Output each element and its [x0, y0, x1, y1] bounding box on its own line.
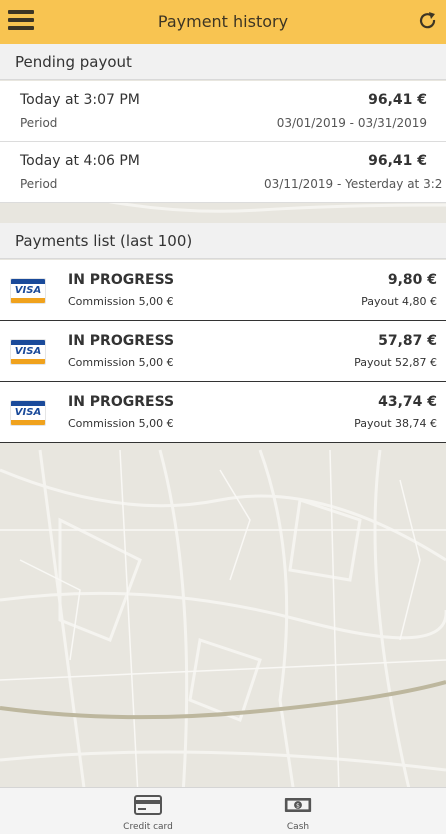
tab-cash[interactable]: $ Cash — [238, 788, 358, 834]
pending-row[interactable]: Today at 4:06 PM Period 96,41 € 03/11/20… — [0, 142, 446, 203]
tab-label: Cash — [286, 822, 310, 832]
payment-payout: Payout 38,74 € — [354, 417, 437, 430]
payment-commission: Commission 5,00 € — [68, 295, 174, 308]
credit-card-icon — [134, 795, 162, 815]
svg-text:$: $ — [296, 803, 300, 810]
pending-range: 03/01/2019 - 03/31/2019 — [276, 116, 427, 130]
payment-payout: Payout 4,80 € — [361, 295, 437, 308]
pending-time: Today at 4:06 PM — [20, 153, 140, 169]
visa-card-icon: VISA — [10, 339, 46, 365]
app-header: Payment history — [0, 0, 446, 44]
payment-amount: 9,80 € — [387, 272, 437, 288]
page-title: Payment history — [157, 12, 289, 31]
payment-row[interactable]: VISA IN PROGRESS Commission 5,00 € 43,74… — [0, 382, 446, 443]
payment-row[interactable]: VISA IN PROGRESS Commission 5,00 € 57,87… — [0, 321, 446, 382]
tab-credit-card[interactable]: Credit card — [88, 788, 208, 834]
pending-payout-header: Pending payout — [0, 44, 446, 80]
pending-period-label: Period — [20, 116, 58, 130]
payment-commission: Commission 5,00 € — [68, 417, 174, 430]
pending-row[interactable]: Today at 3:07 PM Period 96,41 € 03/01/20… — [0, 81, 446, 142]
payment-commission: Commission 5,00 € — [68, 356, 174, 369]
pending-period-label: Period — [20, 177, 58, 191]
payment-amount: 43,74 € — [378, 394, 437, 410]
pending-amount: 96,41 € — [368, 153, 427, 169]
payment-status: IN PROGRESS — [68, 272, 175, 288]
payment-status: IN PROGRESS — [68, 333, 175, 349]
refresh-icon[interactable] — [418, 11, 438, 31]
cash-icon: $ — [284, 798, 312, 812]
visa-card-icon: VISA — [10, 400, 46, 426]
payment-payout: Payout 52,87 € — [354, 356, 437, 369]
pending-amount: 96,41 € — [368, 92, 427, 108]
bottom-tab-bar: Credit card $ Cash — [0, 787, 446, 834]
payment-amount: 57,87 € — [378, 333, 437, 349]
payments-list-header: Payments list (last 100) — [0, 223, 446, 259]
tab-label: Credit card — [123, 822, 173, 832]
visa-card-icon: VISA — [10, 278, 46, 304]
payment-status: IN PROGRESS — [68, 394, 175, 410]
pending-time: Today at 3:07 PM — [20, 92, 140, 108]
pending-range: 03/11/2019 - Yesterday at 3:2 — [264, 177, 443, 191]
payment-row[interactable]: VISA IN PROGRESS Commission 5,00 € 9,80 … — [0, 260, 446, 321]
